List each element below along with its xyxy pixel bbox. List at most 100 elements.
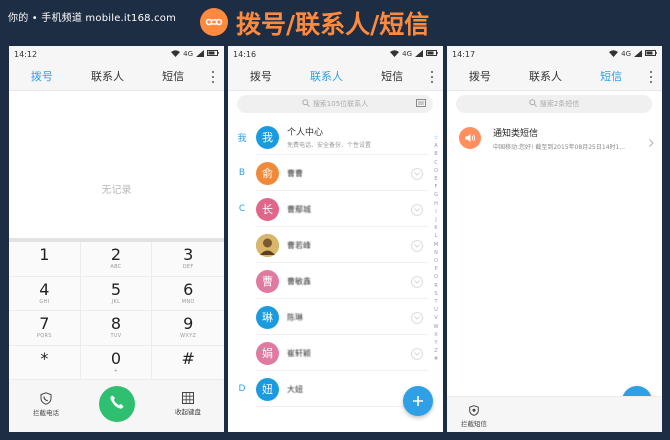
dial-key-9[interactable]: 9 WXYZ xyxy=(152,311,224,346)
alphabet-index-letter[interactable]: R xyxy=(434,282,437,290)
dial-key-4[interactable]: 4 GHI xyxy=(9,276,81,311)
message-search-input[interactable]: 搜索2条短信 xyxy=(456,95,652,113)
tab-contacts[interactable]: 联系人 xyxy=(75,68,141,84)
dial-key-0[interactable]: 0 + xyxy=(80,345,153,380)
wifi-icon xyxy=(171,49,181,59)
alphabet-index-letter[interactable]: X xyxy=(434,331,437,339)
more-menu-icon[interactable] xyxy=(430,71,434,83)
dial-key-8[interactable]: 8 TUV xyxy=(80,311,153,346)
alphabet-index-letter[interactable]: M xyxy=(434,241,438,249)
alphabet-index-letter[interactable]: A xyxy=(434,142,437,150)
alphabet-index-letter[interactable]: P xyxy=(434,265,437,273)
alphabet-index-letter[interactable]: L xyxy=(435,232,438,240)
more-menu-icon[interactable] xyxy=(211,71,215,83)
tab-messages[interactable]: 短信 xyxy=(140,68,206,84)
alphabet-index-letter[interactable]: J xyxy=(435,216,436,224)
business-card-icon[interactable] xyxy=(416,99,426,109)
search-placeholder: 搜索2条短信 xyxy=(539,100,580,108)
list-item[interactable]: 我 我 个人中心 免费电话、安全备份、个性设置 xyxy=(228,119,443,155)
alphabet-index-letter[interactable]: D xyxy=(434,167,438,175)
chevron-down-icon[interactable] xyxy=(411,168,423,180)
contact-name: 大妞 xyxy=(287,384,303,394)
tab-contacts[interactable]: 联系人 xyxy=(294,68,360,84)
contact-name: 曹若峰 xyxy=(287,240,311,250)
tab-dialer[interactable]: 拨号 xyxy=(9,68,75,84)
alphabet-index-letter[interactable]: Q xyxy=(434,273,438,281)
status-bar: 14:16 4G xyxy=(228,46,443,62)
tab-messages[interactable]: 短信 xyxy=(359,68,425,84)
signal-icon xyxy=(634,49,642,59)
alphabet-index-letter[interactable]: Y xyxy=(434,339,437,347)
chevron-down-icon[interactable] xyxy=(411,348,423,360)
alphabet-index-letter[interactable]: B xyxy=(434,150,437,158)
empty-call-log-text: 无记录 xyxy=(101,185,132,196)
dialer-bottom-bar: 拦截电话 收起键盘 xyxy=(9,380,224,432)
more-menu-icon[interactable] xyxy=(649,71,653,83)
search-placeholder: 搜索105位联系人 xyxy=(312,100,369,108)
list-item[interactable]: C 长 曹鄢城 xyxy=(228,191,443,227)
index-letter: B xyxy=(238,168,246,178)
tab-contacts[interactable]: 联系人 xyxy=(513,68,579,84)
tab-messages[interactable]: 短信 xyxy=(578,68,644,84)
alphabet-index-letter[interactable]: ☆ xyxy=(434,134,438,142)
dial-key-hash[interactable]: # xyxy=(152,346,224,380)
avatar xyxy=(256,233,279,257)
hide-keypad-button[interactable]: 收起键盘 xyxy=(163,392,213,416)
signal-icon xyxy=(415,49,423,59)
alphabet-index-letter[interactable]: N xyxy=(434,249,438,257)
network-label: 4G xyxy=(183,50,193,58)
search-icon xyxy=(302,99,310,109)
alphabet-index-bar[interactable]: ☆ A B C D E F G H I J K L M N O P Q R S T U V W X Y Z # xyxy=(432,134,440,364)
list-item[interactable]: 娟 崔轩颖 xyxy=(228,335,443,371)
dial-key-7[interactable]: 7 PQRS xyxy=(9,311,81,346)
status-bar: 14:12 4G xyxy=(9,46,224,62)
block-calls-button[interactable]: 拦截电话 xyxy=(21,392,71,417)
list-item[interactable]: B 俞 曹曹 xyxy=(228,155,443,191)
alphabet-index-letter[interactable]: E xyxy=(434,175,437,183)
alphabet-index-letter[interactable]: K xyxy=(434,224,437,232)
dial-key-3[interactable]: 3 DEF xyxy=(152,242,224,277)
chevron-down-icon[interactable] xyxy=(411,204,423,216)
alphabet-index-letter[interactable]: Z xyxy=(434,347,437,355)
chevron-down-icon[interactable] xyxy=(411,312,423,324)
alphabet-index-letter[interactable]: S xyxy=(434,290,437,298)
message-thread-item[interactable]: 通知类短信 中国移动:您好! 截至到2015年08月25日14时1... xyxy=(447,120,662,156)
alphabet-index-letter[interactable]: G xyxy=(434,191,438,199)
dial-key-1[interactable]: 1 xyxy=(9,242,81,277)
tab-dialer[interactable]: 拨号 xyxy=(447,68,513,84)
dial-key-star[interactable]: * xyxy=(9,345,81,380)
alphabet-index-letter[interactable]: I xyxy=(435,208,436,216)
call-button[interactable] xyxy=(99,386,135,422)
alphabet-index-letter[interactable]: C xyxy=(434,159,438,167)
battery-icon xyxy=(645,50,657,58)
alphabet-index-letter[interactable]: # xyxy=(434,355,438,363)
avatar: 琳 xyxy=(256,305,279,329)
status-time: 14:12 xyxy=(14,49,38,59)
alphabet-index-letter[interactable]: F xyxy=(435,183,438,191)
alphabet-index-letter[interactable]: U xyxy=(434,306,438,314)
alphabet-index-letter[interactable]: V xyxy=(434,314,437,322)
alphabet-index-letter[interactable]: O xyxy=(434,257,438,265)
dial-key-5[interactable]: 5 JKL xyxy=(80,276,153,311)
tab-dialer[interactable]: 拨号 xyxy=(228,68,294,84)
list-item[interactable]: 琳 陈琳 xyxy=(228,299,443,335)
dialpad: 1 2 ABC 3 DEF 4 GHI 5 JKL 6 MNO 7 PQRS 8 TUV 9W… xyxy=(9,242,224,380)
index-letter: 我 xyxy=(237,133,247,144)
dial-key-2[interactable]: 2 ABC xyxy=(80,242,153,277)
chevron-down-icon[interactable] xyxy=(411,276,423,288)
contacts-screen: 14:16 4G 拨号 联系人 短信 搜索105位联系人 我 我 个人中心 免费… xyxy=(228,46,443,432)
alphabet-index-letter[interactable]: H xyxy=(434,200,438,208)
alphabet-index-letter[interactable]: W xyxy=(434,323,439,331)
tab-bar: 拨号 联系人 短信 xyxy=(228,62,443,91)
add-contact-button[interactable] xyxy=(403,386,433,416)
alphabet-index-letter[interactable]: T xyxy=(434,298,437,306)
messages-bottom-bar: 拦截短信 xyxy=(447,396,662,432)
plus-icon xyxy=(412,392,424,411)
contact-search-input[interactable]: 搜索105位联系人 xyxy=(237,95,433,113)
list-item[interactable]: 曹 曹敏鑫 xyxy=(228,263,443,299)
dial-key-6[interactable]: 6 MNO xyxy=(152,277,224,311)
chevron-down-icon[interactable] xyxy=(411,240,423,252)
block-sms-button[interactable]: 拦截短信 xyxy=(449,405,499,428)
list-item[interactable]: 曹若峰 xyxy=(228,227,443,263)
shield-phone-icon xyxy=(21,392,71,405)
